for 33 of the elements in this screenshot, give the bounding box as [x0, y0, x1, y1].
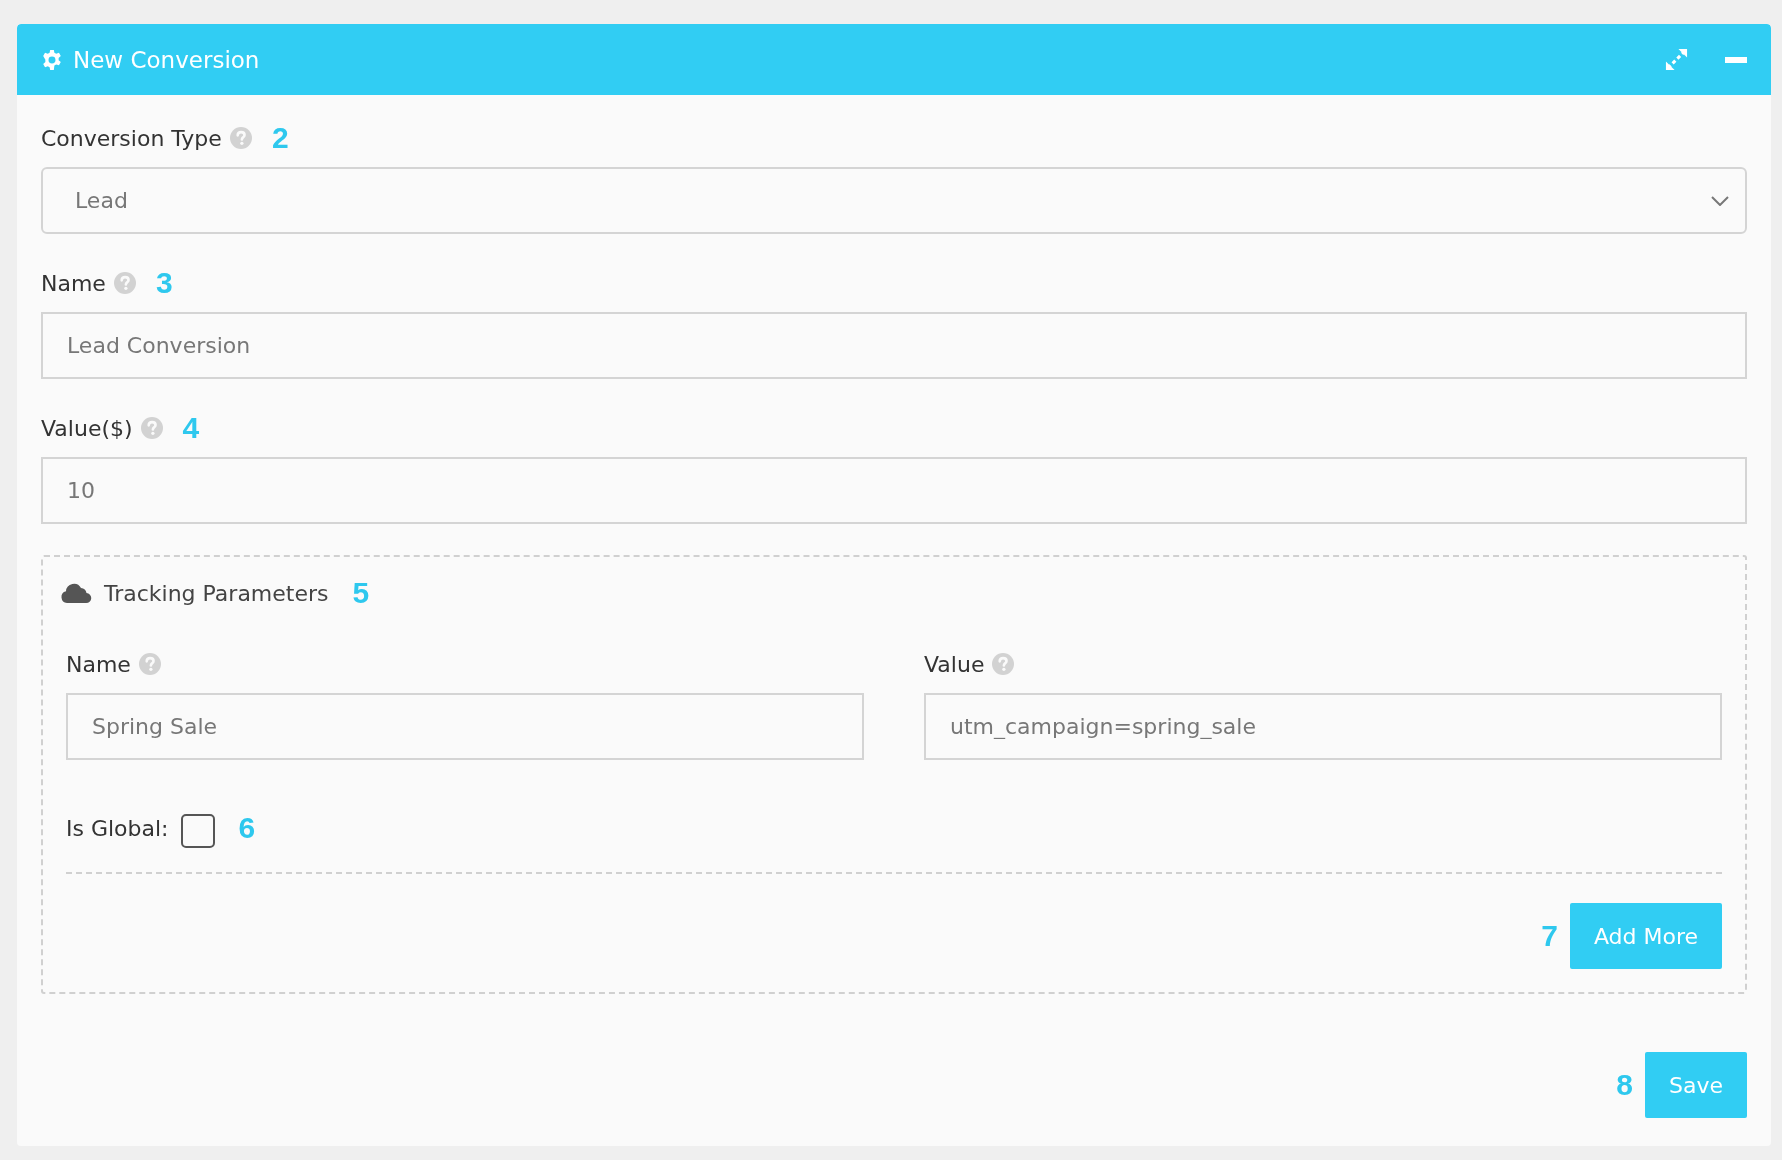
help-icon[interactable]	[992, 653, 1015, 675]
input-field[interactable]: 10	[41, 457, 1747, 524]
field-label: Name	[66, 651, 131, 677]
help-icon[interactable]	[113, 272, 136, 294]
step-number: 8	[1616, 1068, 1633, 1102]
add-more-button[interactable]: Add More	[1569, 903, 1722, 969]
chevron-down-icon	[1711, 195, 1729, 206]
step-number: 6	[238, 811, 256, 845]
checkbox-label: Is Global:	[66, 815, 169, 841]
field-label: Value	[924, 651, 985, 677]
step-number: 3	[155, 266, 173, 300]
input-field[interactable]: Lead Conversion	[41, 312, 1747, 379]
expand-icon[interactable]	[1664, 47, 1689, 72]
help-icon[interactable]	[140, 417, 163, 439]
field-label: Conversion Type	[41, 125, 222, 151]
field-label: Value($)	[41, 415, 133, 441]
field-label: Name	[41, 270, 106, 296]
help-icon[interactable]	[229, 127, 252, 149]
window-title: New Conversion	[73, 46, 260, 73]
gear-icon	[41, 48, 63, 71]
help-icon[interactable]	[138, 653, 161, 675]
step-number: 4	[182, 411, 200, 445]
section-title: Tracking Parameters	[104, 580, 329, 606]
save-button[interactable]: Save	[1645, 1052, 1747, 1118]
input-field[interactable]: Spring Sale	[66, 693, 864, 760]
minimize-icon[interactable]	[1725, 56, 1747, 63]
conversion-type-dropdown[interactable]: Lead	[41, 167, 1747, 234]
step-number: 2	[271, 121, 289, 155]
step-number: 5	[352, 576, 370, 610]
step-number: 7	[1541, 919, 1558, 953]
input-field[interactable]: utm_campaign=spring_sale	[924, 693, 1722, 760]
cloud-icon	[60, 582, 92, 604]
checkbox[interactable]	[180, 814, 215, 848]
